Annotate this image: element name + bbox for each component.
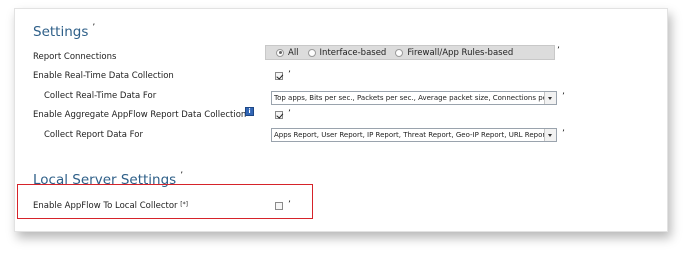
radio-all-label: All: [288, 47, 299, 58]
radio-firewall-button[interactable]: [395, 48, 404, 57]
chevron-down-icon[interactable]: [544, 92, 556, 104]
report-data-select[interactable]: Apps Report, User Report, IP Report, Thr…: [271, 128, 557, 142]
local-collector-label: Enable AppFlow To Local Collector [*]: [33, 201, 188, 211]
tooltip-mark: ʼ: [92, 23, 96, 33]
aggregate-collection-checkbox[interactable]: [275, 111, 283, 119]
info-icon[interactable]: i: [245, 107, 254, 116]
realtime-data-for-label: Collect Real-Time Data For: [44, 91, 157, 101]
realtime-collection-label: Enable Real-Time Data Collection: [33, 71, 174, 81]
realtime-data-select-value: Top apps, Bits per sec., Packets per sec…: [274, 94, 550, 102]
realtime-data-select[interactable]: Top apps, Bits per sec., Packets per sec…: [271, 91, 557, 105]
radio-firewall-rules-based[interactable]: Firewall/App Rules-based: [395, 48, 513, 58]
tooltip-mark: ʼ: [562, 129, 565, 139]
radio-interface-button[interactable]: [307, 48, 316, 57]
tooltip-mark: ʼ: [288, 70, 291, 80]
chevron-down-icon[interactable]: [544, 129, 556, 141]
tooltip-mark: ʼ: [562, 92, 565, 102]
report-connections-label: Report Connections: [33, 52, 117, 62]
report-connections-radio-group: All Interface-based Firewall/App Rules-b…: [265, 45, 555, 60]
report-data-select-value: Apps Report, User Report, IP Report, Thr…: [274, 131, 549, 139]
footnote-marker: [*]: [180, 201, 188, 208]
tooltip-mark: ʼ: [557, 46, 560, 56]
aggregate-collection-label: Enable Aggregate AppFlow Report Data Col…: [33, 110, 247, 120]
tooltip-mark: ʼ: [288, 200, 291, 210]
radio-interface-label: Interface-based: [319, 47, 387, 58]
local-collector-checkbox[interactable]: [275, 202, 283, 210]
report-data-for-label: Collect Report Data For: [44, 130, 143, 140]
radio-all[interactable]: All: [276, 48, 299, 58]
settings-title: Settings ʼ: [33, 23, 96, 41]
radio-interface-based[interactable]: Interface-based: [307, 47, 387, 58]
tooltip-mark: ʼ: [288, 109, 291, 119]
radio-all-button[interactable]: [276, 48, 284, 57]
realtime-collection-checkbox[interactable]: [275, 72, 283, 80]
radio-firewall-label: Firewall/App Rules-based: [407, 47, 514, 58]
tooltip-mark: ʼ: [180, 171, 184, 181]
